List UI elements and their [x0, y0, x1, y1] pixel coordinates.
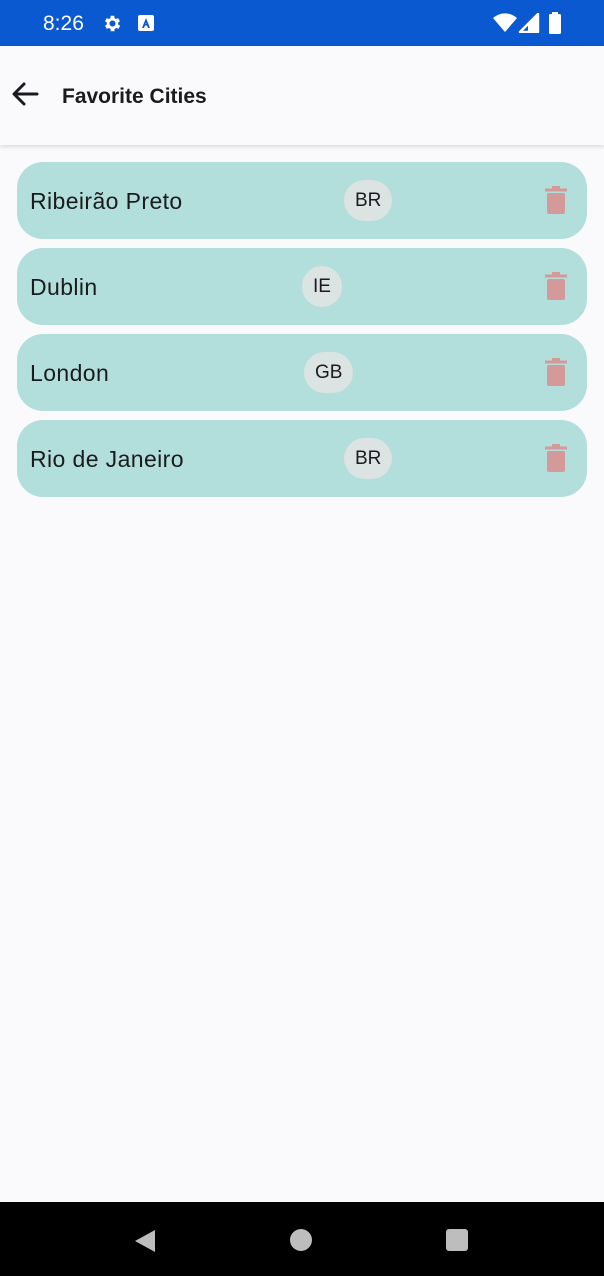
city-card[interactable]: London GB — [17, 334, 587, 411]
page-title: Favorite Cities — [62, 85, 207, 108]
city-card[interactable]: Rio de Janeiro BR — [17, 420, 587, 497]
city-name: Rio de Janeiro — [30, 446, 184, 472]
delete-button[interactable] — [539, 182, 573, 218]
back-button[interactable] — [6, 74, 44, 114]
nav-back-icon[interactable] — [133, 1228, 157, 1254]
status-time: 8:26 — [43, 12, 84, 35]
cell-signal-icon — [518, 13, 540, 33]
arrow-back-icon — [12, 82, 39, 106]
navigation-bar — [0, 1202, 604, 1276]
country-chip: BR — [344, 180, 393, 221]
country-chip: IE — [302, 266, 342, 307]
app-bar: Favorite Cities — [0, 46, 604, 145]
wifi-icon — [493, 13, 517, 32]
delete-button[interactable] — [539, 440, 573, 476]
gear-icon — [104, 15, 121, 32]
delete-button[interactable] — [539, 354, 573, 390]
trash-icon — [545, 186, 567, 214]
battery-icon — [549, 12, 561, 34]
city-name: Dublin — [30, 274, 98, 300]
trash-icon — [545, 272, 567, 300]
country-chip: BR — [344, 438, 393, 479]
trash-icon — [545, 444, 567, 472]
accessibility-a-icon — [138, 15, 154, 31]
screen: 8:26 Favorite Cities Ribeirão Preto BR D… — [0, 0, 604, 1276]
city-name: Ribeirão Preto — [30, 188, 183, 214]
city-card[interactable]: Dublin IE — [17, 248, 587, 325]
city-card[interactable]: Ribeirão Preto BR — [17, 162, 587, 239]
delete-button[interactable] — [539, 268, 573, 304]
country-chip: GB — [304, 352, 354, 393]
nav-recents-icon[interactable] — [446, 1229, 468, 1251]
status-bar: 8:26 — [0, 0, 604, 46]
city-list: Ribeirão Preto BR Dublin IE London GB Ri… — [17, 162, 587, 506]
trash-icon — [545, 358, 567, 386]
nav-home-icon[interactable] — [290, 1229, 312, 1251]
city-name: London — [30, 360, 110, 386]
